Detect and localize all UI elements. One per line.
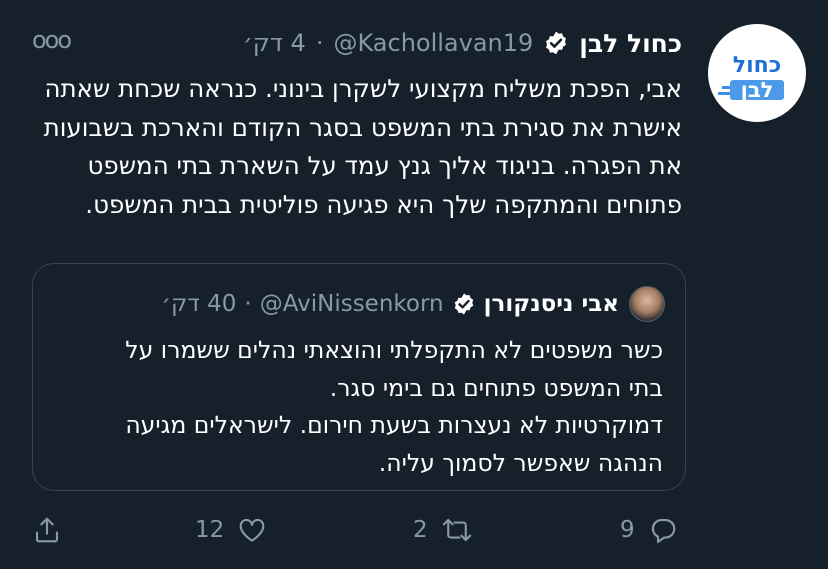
retweet-icon: [442, 518, 471, 542]
logo-text-bottom: לבן: [741, 78, 774, 102]
reply-count: 9: [620, 517, 635, 543]
share-button[interactable]: [32, 510, 62, 550]
quoted-text-line: דמוקרטיות לא נעצרות בשעת חירום. לישראלים…: [125, 411, 663, 439]
tweet-text: אבי, הפכת משליח מקצועי לשקרן בינוני. כנר…: [35, 74, 682, 219]
quoted-text-line: כשר משפטים לא התקפלתי והוצאתי נהלים ששמר…: [125, 336, 663, 364]
share-icon: [35, 517, 59, 543]
quoted-text-line: הנהגה שאפשר לסמוך עליה.: [378, 448, 663, 477]
quoted-author-avatar: [629, 286, 665, 322]
author-avatar[interactable]: כחול לבן: [708, 24, 806, 122]
quoted-tweet-text: כשר משפטים לא התקפלתי והוצאתי נהלים ששמר…: [63, 332, 663, 482]
verified-badge-icon: [454, 293, 473, 315]
tweet[interactable]: כחול לבן כחול לבן @Kachollavan19 · 4 דק׳…: [0, 0, 828, 569]
reply-icon: [651, 518, 675, 543]
quoted-tweet[interactable]: אבי ניסנקורן @AviNissenkorn · 40 דק׳ כשר…: [32, 263, 686, 491]
quoted-tweet-header: אבי ניסנקורן @AviNissenkorn · 40 דק׳: [161, 286, 665, 322]
meta-separator: ·: [315, 29, 324, 57]
author-handle[interactable]: @Kachollavan19: [333, 29, 533, 57]
tweet-header: כחול לבן @Kachollavan19 · 4 דק׳: [243, 26, 682, 60]
retweet-count: 2: [413, 517, 428, 543]
like-icon: [239, 518, 265, 542]
reply-button[interactable]: 9: [620, 510, 679, 550]
like-button[interactable]: 12: [195, 510, 268, 550]
author-name[interactable]: כחול לבן: [579, 29, 682, 58]
quoted-author-name: אבי ניסנקורן: [483, 291, 619, 317]
quoted-tweet-time: 40 דק׳: [161, 291, 237, 317]
tweet-actions: 12 2 9: [0, 510, 828, 550]
quoted-meta-separator: ·: [244, 291, 252, 317]
logo-text-top: כחול: [733, 53, 781, 78]
more-options-icon[interactable]: ooo: [32, 28, 72, 52]
quoted-text-line: בתי המשפט פתוחים גם בימי סגר.: [329, 373, 663, 402]
tweet-time[interactable]: 4 דק׳: [243, 29, 306, 57]
kachol-lavan-logo: כחול לבן: [718, 53, 784, 102]
quoted-author-handle: @AviNissenkorn: [259, 291, 444, 317]
verified-badge-icon: [546, 31, 567, 55]
retweet-button[interactable]: 2: [413, 510, 474, 550]
like-count: 12: [195, 517, 225, 543]
